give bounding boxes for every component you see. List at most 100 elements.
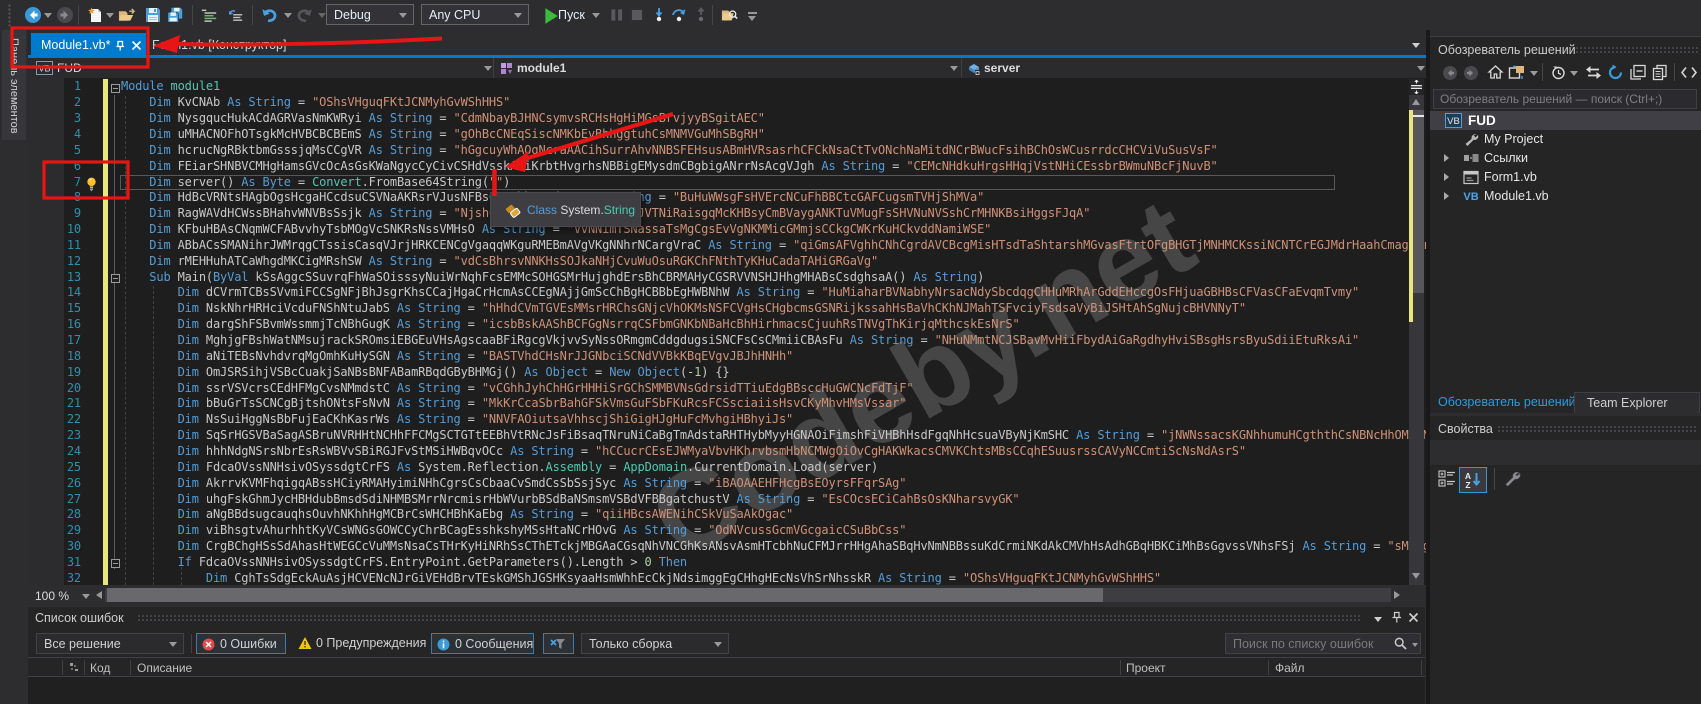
navigate-forward-icon[interactable]	[56, 6, 74, 24]
close-icon[interactable]	[1408, 612, 1419, 623]
code-line[interactable]: Dim AkrrvKVMFhqigqABssHCiyRMAHyimiNHhCgr…	[121, 476, 906, 492]
properties-object-combo[interactable]	[1430, 440, 1701, 465]
code-line[interactable]: Dim hcrucNgRBktbmGsssjqMsCCgVR As String…	[121, 143, 1218, 159]
undo-icon[interactable]	[260, 6, 278, 24]
navbar-type-caret[interactable]	[950, 66, 958, 71]
code-line[interactable]: Dim FdcaOVssNNHsivOSyssdgtCrFS As System…	[121, 460, 878, 476]
outline-collapse-box[interactable]	[111, 559, 120, 568]
redo-icon[interactable]	[296, 6, 314, 24]
errors-filter-button[interactable]: 0 Ошибки	[196, 633, 286, 654]
warnings-filter-button[interactable]: 0 Предупреждения	[294, 633, 422, 654]
code-line[interactable]: Dim CrgBChgHSsSdAhasHtWEGCcVuMMsNsaCsTHr…	[121, 539, 1426, 555]
panel-grip[interactable]	[1576, 47, 1698, 54]
lightbulb-icon[interactable]	[84, 176, 99, 192]
vertical-scrollbar[interactable]	[1409, 95, 1424, 585]
toolbox-vertical-tab[interactable]: Панель элементов	[2, 30, 26, 140]
start-button[interactable]: Пуск	[558, 8, 585, 22]
error-table-body[interactable]	[28, 677, 1425, 704]
panel-grip[interactable]	[1498, 426, 1698, 433]
error-list-search[interactable]: Поиск по списку ошибок	[1225, 633, 1421, 654]
column-description[interactable]: Описание	[137, 661, 192, 675]
se-forward-icon[interactable]	[1463, 65, 1479, 81]
redo-caret[interactable]	[318, 13, 326, 18]
collapse-all-icon[interactable]	[1629, 64, 1647, 81]
code-line[interactable]: Dim dCVrmTCBsSVvmiFCCSgNFjBhJsgrKhsCCajH…	[121, 285, 1359, 301]
navbar-member-caret[interactable]	[1417, 66, 1425, 71]
step-into-icon[interactable]	[650, 6, 668, 24]
code-line[interactable]: Sub Main(ByVal kSsAggcSSuvrqFhWaSOisssyN…	[121, 270, 984, 286]
tree-item-myproject[interactable]: My Project	[1430, 130, 1701, 149]
outline-collapse-box[interactable]	[111, 274, 120, 283]
find-in-files-icon[interactable]	[721, 6, 739, 24]
code-line[interactable]: Dim KvCNAb As String = "OShsVHguqFKtJCNM…	[121, 95, 510, 111]
tab-team-explorer[interactable]: Team Explorer	[1574, 392, 1700, 413]
column-file[interactable]: Файл	[1275, 661, 1305, 675]
tab-solution-explorer[interactable]: Обозреватель решений	[1438, 395, 1576, 409]
scroll-up-arrow[interactable]	[1412, 99, 1420, 105]
copy-properties-icon[interactable]	[1651, 64, 1669, 81]
code-line[interactable]: Dim viBhsgtvAhurhhtKyVCsWNGsGOWCCyChrBCa…	[121, 523, 906, 539]
navbar-project-caret[interactable]	[484, 66, 492, 71]
new-file-caret[interactable]	[106, 13, 114, 18]
tree-item-form1[interactable]: Form1.vb	[1430, 168, 1701, 187]
vertical-scroll-thumb[interactable]	[1413, 110, 1424, 293]
debug-configuration-combo[interactable]: Debug	[326, 4, 414, 25]
navigate-back-caret[interactable]	[44, 13, 52, 18]
tree-item-module1[interactable]: VB Module1.vb	[1430, 187, 1701, 206]
pin-icon[interactable]	[114, 40, 126, 52]
home-icon[interactable]	[1487, 64, 1504, 81]
new-file-icon[interactable]	[86, 6, 104, 24]
code-line[interactable]: Dim MghjgFBshWatNMsujrackSROmsiEBGEuVHsA…	[121, 333, 1359, 349]
navbar-project-dropdown[interactable]: FUD	[57, 61, 82, 75]
indent-lines-icon[interactable]	[200, 6, 218, 24]
platform-combo[interactable]: Any CPU	[421, 4, 529, 25]
toolbar-overflow-icon[interactable]	[748, 12, 757, 14]
save-all-icon[interactable]	[166, 6, 184, 24]
scroll-left-arrow[interactable]	[96, 591, 102, 599]
view-code-icon[interactable]	[1681, 66, 1697, 79]
solution-search-input[interactable]: Обозреватель решений — поиск (Ctrl+;)	[1433, 89, 1697, 109]
expander-icon[interactable]	[1444, 173, 1449, 181]
step-out-icon[interactable]	[692, 6, 710, 24]
start-caret[interactable]	[592, 13, 600, 18]
toolbar-grip[interactable]	[8, 4, 12, 26]
code-line[interactable]: Dim ssrVSVcrsCEdHFMgCvsNMmdstC As String…	[121, 381, 913, 397]
panel-grip[interactable]	[138, 615, 1362, 622]
zoom-caret[interactable]	[82, 594, 90, 599]
categorized-icon[interactable]	[1438, 469, 1456, 488]
scroll-down-arrow[interactable]	[1412, 573, 1420, 579]
pause-icon[interactable]	[608, 6, 626, 24]
undo-lines-icon[interactable]	[226, 6, 244, 24]
scroll-right-arrow[interactable]	[1394, 591, 1400, 599]
step-over-icon[interactable]	[670, 6, 688, 24]
tab-form1[interactable]: Form1.vb [Конструктор]	[152, 38, 286, 52]
navigate-back-icon[interactable]	[24, 6, 42, 24]
code-line[interactable]: Dim server() As Byte = Convert.FromBase6…	[121, 175, 510, 191]
code-line[interactable]: Dim OmJSRSihjVSBcCuakjSaNBsBNFABamRBqdGB…	[121, 365, 730, 381]
code-editor[interactable]: Codeby.net 12345678910111213141516171819…	[28, 78, 1426, 585]
navbar-member-dropdown[interactable]: server	[984, 61, 1020, 75]
expander-icon[interactable]	[1444, 192, 1449, 200]
code-line[interactable]: Dim SqSrHGSVBaSagASBruNVRHHtNCHhFFCMgSCT…	[121, 428, 1426, 444]
tree-item-references[interactable]: Ссылки	[1430, 149, 1701, 168]
save-icon[interactable]	[144, 6, 162, 24]
severity-column-icon[interactable]	[69, 662, 80, 673]
pin-icon[interactable]	[1391, 611, 1403, 625]
switch-views-icon[interactable]	[1508, 64, 1527, 81]
code-line[interactable]: Dim NysgqucHukACdAGRVasNmKWRyi As String…	[121, 111, 765, 127]
navbar-type-dropdown[interactable]: module1	[517, 61, 566, 75]
code-line[interactable]: Dim uMHACNOFhOTsgkMcHVBCBCBEmS As String…	[121, 127, 765, 143]
messages-filter-button[interactable]: 0 Сообщения	[431, 633, 534, 654]
open-file-icon[interactable]	[118, 6, 136, 24]
toolbar-overflow-caret[interactable]	[748, 16, 756, 21]
code-line[interactable]: Dim FEiarSHNBVCMHgHamsGVcOcAsGsKWaNgycCy…	[121, 159, 1218, 175]
refresh-icon[interactable]	[1607, 64, 1624, 81]
stop-icon[interactable]	[628, 6, 646, 24]
undo-caret[interactable]	[284, 13, 292, 18]
pending-changes-icon[interactable]	[1550, 64, 1567, 81]
expander-icon[interactable]	[1444, 154, 1449, 162]
properties-body[interactable]	[1430, 498, 1701, 704]
code-line[interactable]: Dim CghTsSdgEckAuAsjHCVENcNJrGiVEHdBrvTE…	[121, 571, 1161, 585]
code-line[interactable]: Dim hhhNdgNSrsNbrEsRsWBVvSBiRGJFvStMSiHW…	[121, 444, 1246, 460]
code-line[interactable]: Dim rMEHHuhATCaWhgdMKCigMRshSW As String…	[121, 254, 878, 270]
